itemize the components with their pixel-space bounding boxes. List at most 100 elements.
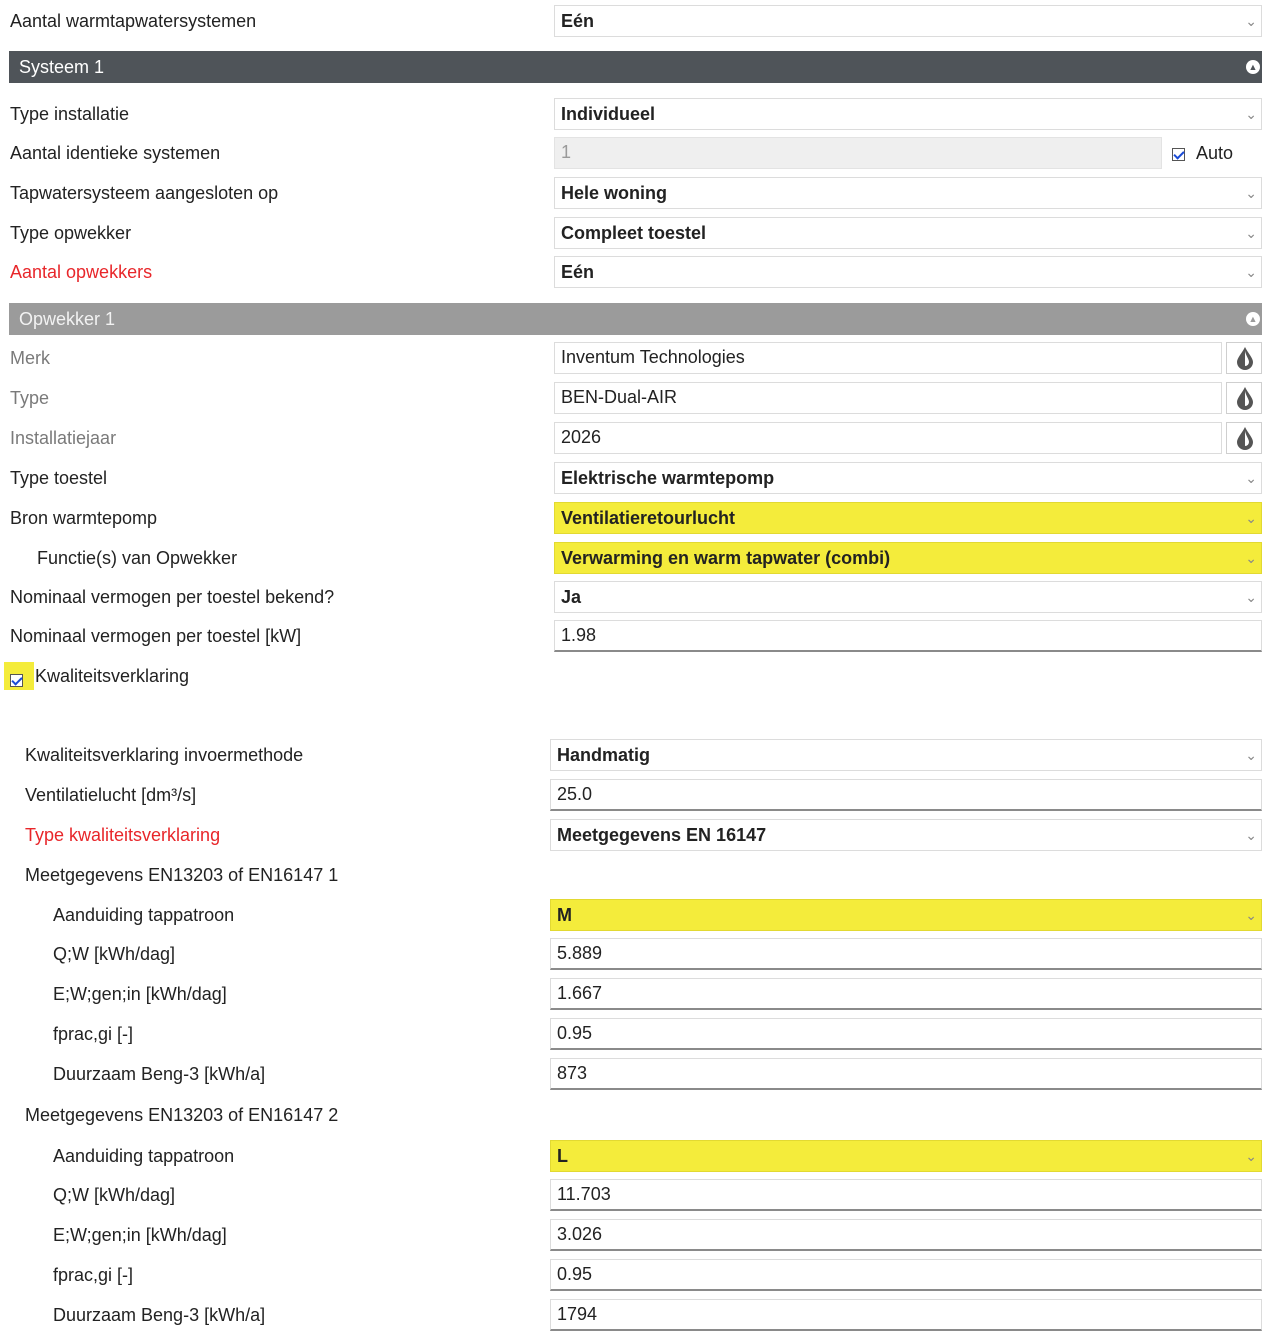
field-label-required: Aantal opwekkers — [10, 262, 153, 282]
type-installatie-select[interactable]: Individueel ⌄ — [554, 98, 1262, 130]
nominaal-vermogen-input[interactable]: 1.98 — [554, 620, 1262, 652]
merk-database-button[interactable] — [1226, 342, 1262, 374]
invoermethode-select[interactable]: Handmatig ⌄ — [550, 739, 1262, 771]
chevron-down-icon: ⌄ — [1245, 589, 1257, 605]
field-label: Kwaliteitsverklaring — [35, 666, 190, 686]
row-meet1-ew: E;W;gen;in [kWh/dag] 1.667 — [0, 974, 1262, 1014]
row-meet2-duurzaam: Duurzaam Beng-3 [kWh/a] 1794 — [0, 1295, 1262, 1335]
field-label: E;W;gen;in [kWh/dag] — [53, 984, 227, 1004]
row-meet1-qw: Q;W [kWh/dag] 5.889 — [0, 934, 1262, 974]
meet1-duurzaam-input[interactable]: 873 — [550, 1058, 1262, 1090]
meet1-fprac-input[interactable]: 0.95 — [550, 1018, 1262, 1050]
select-value: Meetgegevens EN 16147 — [557, 825, 767, 845]
chevron-down-icon: ⌄ — [1245, 225, 1257, 241]
chevron-down-icon: ⌄ — [1245, 747, 1257, 763]
section-header-systeem-1[interactable]: Systeem 1 ▲ — [9, 51, 1262, 83]
meet1-ew-input[interactable]: 1.667 — [550, 978, 1262, 1010]
input-value: 2026 — [561, 427, 602, 447]
row-type: Type BEN-Dual-AIR — [0, 378, 1262, 418]
aantal-systemen-select[interactable]: Eén ⌄ — [554, 5, 1262, 37]
meet2-ew-input[interactable]: 3.026 — [550, 1219, 1262, 1251]
meet2-duurzaam-input[interactable]: 1794 — [550, 1299, 1262, 1331]
section-header-opwekker-1[interactable]: Opwekker 1 ▲ — [9, 303, 1262, 335]
select-value: Compleet toestel — [561, 223, 707, 243]
row-aantal-systemen: Aantal warmtapwatersystemen Eén ⌄ — [0, 1, 1262, 41]
row-invoermethode: Kwaliteitsverklaring invoermethode Handm… — [0, 735, 1262, 775]
group-title: Meetgegevens EN13203 of EN16147 2 — [25, 1105, 339, 1125]
field-label: Type installatie — [10, 104, 130, 124]
type-input[interactable]: BEN-Dual-AIR — [554, 382, 1222, 414]
field-label: Q;W [kWh/dag] — [53, 944, 176, 964]
input-value: Inventum Technologies — [561, 347, 745, 367]
row-meet1-tappatroon: Aanduiding tappatroon M ⌄ — [0, 895, 1262, 935]
chevron-down-icon: ⌄ — [1245, 550, 1257, 566]
aangesloten-op-select[interactable]: Hele woning ⌄ — [554, 177, 1262, 209]
installatiejaar-input[interactable]: 2026 — [554, 422, 1222, 454]
drop-icon — [1237, 387, 1253, 410]
select-value: M — [557, 905, 572, 925]
field-label: Aantal identieke systemen — [10, 143, 221, 163]
chevron-down-icon: ⌄ — [1245, 185, 1257, 201]
field-label: Merk — [10, 348, 50, 368]
row-aantal-opwekkers: Aantal opwekkers Eén ⌄ — [0, 252, 1262, 292]
field-label: Aanduiding tappatroon — [53, 905, 235, 925]
field-label: Installatiejaar — [10, 428, 117, 448]
row-meet2-ew: E;W;gen;in [kWh/dag] 3.026 — [0, 1215, 1262, 1255]
row-meet1-fprac: fprac,gi [-] 0.95 — [0, 1014, 1262, 1054]
checkbox-checked-icon[interactable] — [1172, 147, 1185, 161]
input-value: 11.703 — [557, 1184, 611, 1204]
ventilatielucht-input[interactable]: 25.0 — [550, 779, 1262, 811]
type-toestel-select[interactable]: Elektrische warmtepomp ⌄ — [554, 462, 1262, 494]
select-value: L — [557, 1146, 568, 1166]
field-label: Aanduiding tappatroon — [53, 1146, 235, 1166]
chevron-down-icon: ⌄ — [1245, 106, 1257, 122]
row-installatiejaar: Installatiejaar 2026 — [0, 418, 1262, 458]
meet2-tappatroon-select[interactable]: L ⌄ — [550, 1140, 1262, 1172]
select-value: Ja — [561, 587, 582, 607]
input-value: BEN-Dual-AIR — [561, 387, 678, 407]
row-meet2-tappatroon: Aanduiding tappatroon L ⌄ — [0, 1136, 1262, 1176]
kwaliteitsverklaring-checkbox[interactable] — [10, 669, 23, 690]
row-nominaal-bekend: Nominaal vermogen per toestel bekend? Ja… — [0, 577, 1262, 617]
collapse-icon[interactable]: ▲ — [1246, 312, 1260, 326]
type-kv-select[interactable]: Meetgegevens EN 16147 ⌄ — [550, 819, 1262, 851]
group-title: Meetgegevens EN13203 of EN16147 1 — [25, 865, 339, 885]
input-value: 1794 — [557, 1304, 598, 1324]
select-value: Elektrische warmtepomp — [561, 468, 775, 488]
type-opwekker-select[interactable]: Compleet toestel ⌄ — [554, 217, 1262, 249]
select-value: Eén — [561, 11, 595, 31]
field-label: Functie(s) van Opwekker — [37, 548, 238, 568]
field-label: Tapwatersysteem aangesloten op — [10, 183, 279, 203]
meet1-qw-input[interactable]: 5.889 — [550, 938, 1262, 970]
field-label: Bron warmtepomp — [10, 508, 158, 528]
select-value: Handmatig — [557, 745, 651, 765]
installatiejaar-database-button[interactable] — [1226, 422, 1262, 454]
row-type-kv: Type kwaliteitsverklaring Meetgegevens E… — [0, 815, 1262, 855]
meet2-fprac-input[interactable]: 0.95 — [550, 1259, 1262, 1291]
row-functies: Functie(s) van Opwekker Verwarming en wa… — [0, 538, 1262, 578]
nominaal-bekend-select[interactable]: Ja ⌄ — [554, 581, 1262, 613]
row-aangesloten-op: Tapwatersysteem aangesloten op Hele woni… — [0, 173, 1262, 213]
collapse-icon[interactable]: ▲ — [1246, 60, 1260, 74]
field-label: Q;W [kWh/dag] — [53, 1185, 176, 1205]
row-meet1-duurzaam: Duurzaam Beng-3 [kWh/a] 873 — [0, 1054, 1262, 1094]
functies-select[interactable]: Verwarming en warm tapwater (combi) ⌄ — [554, 542, 1262, 574]
input-value: 873 — [557, 1063, 588, 1083]
field-label: Kwaliteitsverklaring invoermethode — [25, 745, 304, 765]
aantal-opwekkers-select[interactable]: Eén ⌄ — [554, 256, 1262, 288]
auto-checkbox[interactable]: Auto — [1172, 133, 1233, 173]
chevron-down-icon: ⌄ — [1245, 827, 1257, 843]
row-aantal-identiek: Aantal identieke systemen 1 Auto — [0, 133, 1262, 173]
field-label: fprac,gi [-] — [53, 1265, 134, 1285]
row-meet2-fprac: fprac,gi [-] 0.95 — [0, 1255, 1262, 1295]
row-bron-warmtepomp: Bron warmtepomp Ventilatieretourlucht ⌄ — [0, 498, 1262, 538]
aantal-identiek-input[interactable]: 1 — [554, 137, 1162, 169]
meet1-tappatroon-select[interactable]: M ⌄ — [550, 899, 1262, 931]
merk-input[interactable]: Inventum Technologies — [554, 342, 1222, 374]
field-label: Ventilatielucht [dm³/s] — [25, 785, 197, 805]
type-database-button[interactable] — [1226, 382, 1262, 414]
checkbox-checked-icon[interactable] — [10, 673, 23, 687]
row-nominaal-vermogen: Nominaal vermogen per toestel [kW] 1.98 — [0, 616, 1262, 656]
bron-warmtepomp-select[interactable]: Ventilatieretourlucht ⌄ — [554, 502, 1262, 534]
meet2-qw-input[interactable]: 11.703 — [550, 1179, 1262, 1211]
